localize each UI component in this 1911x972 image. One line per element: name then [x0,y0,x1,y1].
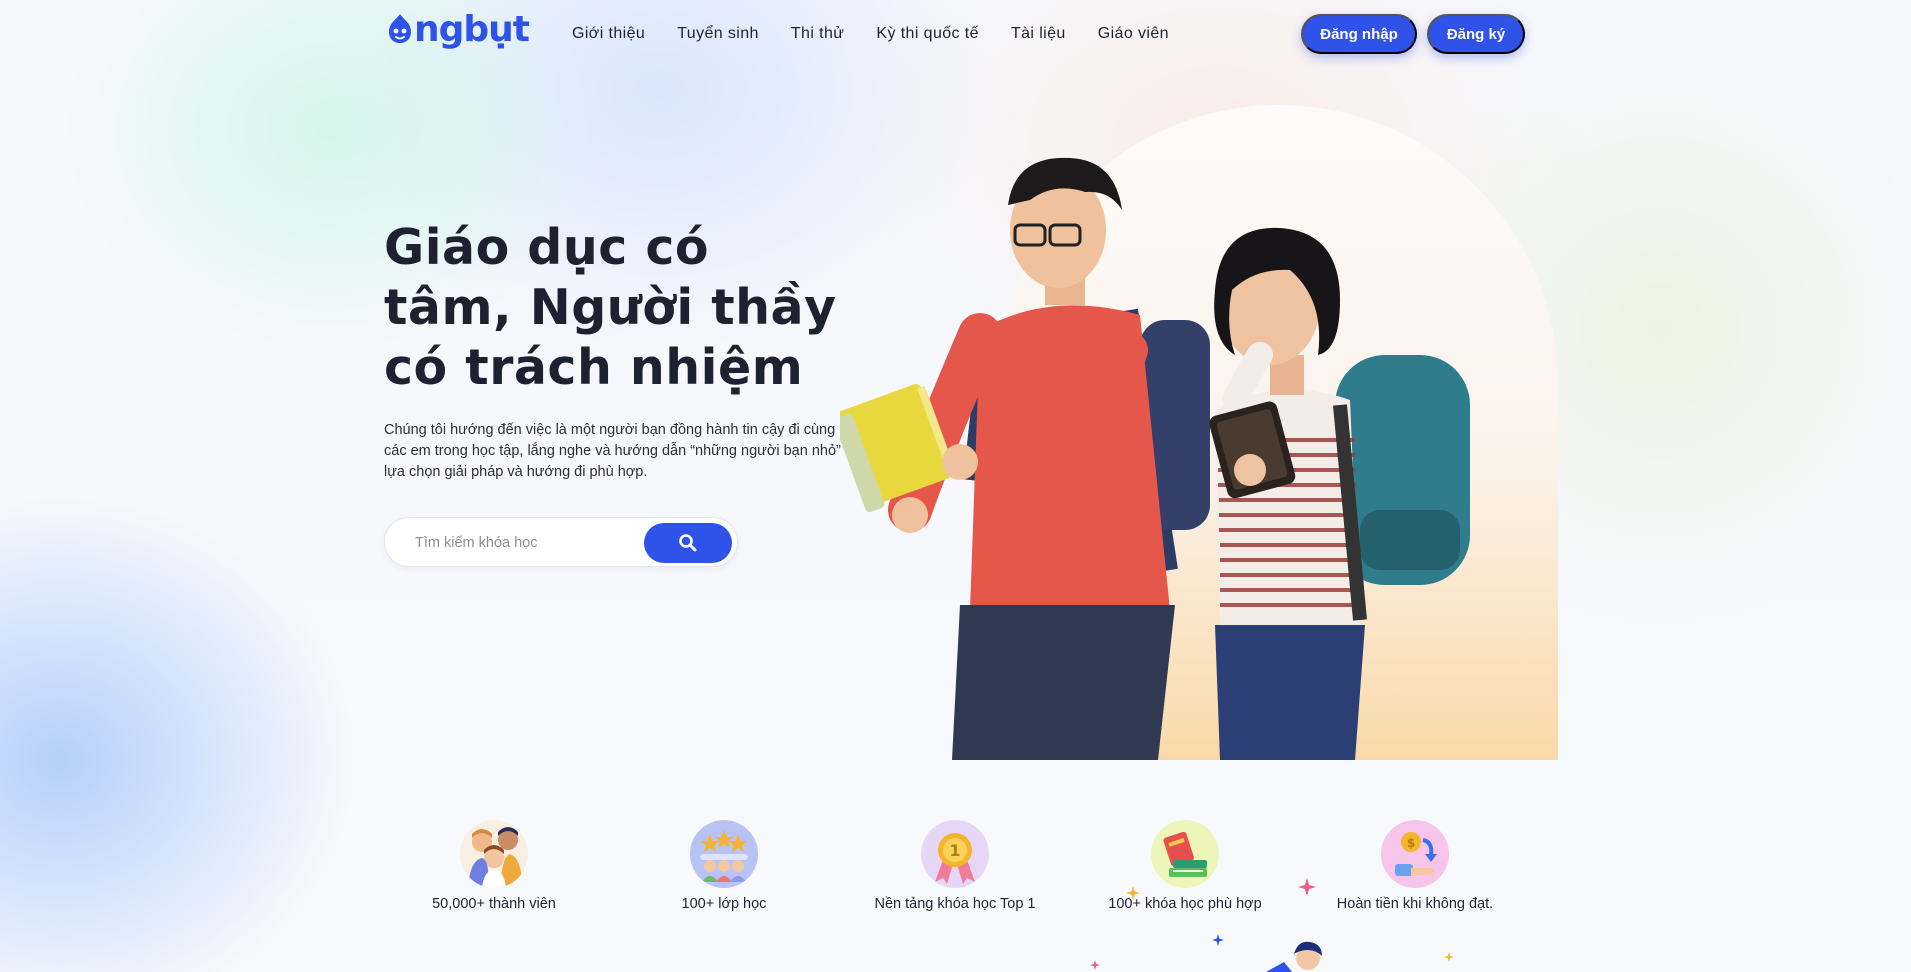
sparkle-icon [1090,960,1100,970]
sparkle-icon [1444,952,1454,962]
site-header: ngbụt Giới thiệu Tuyển sinh Thi thử Kỳ t… [0,0,1911,68]
character-illustration [1266,941,1322,972]
stat-courses: 100+ khóa học phù hợp [1075,820,1295,912]
stat-top-platform: 1 Nền tảng khóa học Top 1 [845,820,1065,912]
classes-icon [690,820,758,888]
stat-classes: 100+ lớp học [614,820,834,912]
stat-top-platform-label: Nền tảng khóa học Top 1 [874,896,1036,912]
sparkle-icon [1298,878,1316,896]
nav-thi-thu[interactable]: Thi thử [791,22,845,46]
nav-tuyen-sinh[interactable]: Tuyển sinh [677,22,759,46]
logo[interactable]: ngbụt [384,9,530,50]
books-icon [1151,820,1219,888]
nav-giao-vien[interactable]: Giáo viên [1098,22,1169,46]
members-icon [460,820,528,888]
course-search-input[interactable] [415,530,635,556]
hero-title: Giáo dục có tâm, Người thầy có trách nhi… [384,219,837,396]
nav-tai-lieu[interactable]: Tài liệu [1011,22,1066,46]
course-search-box [384,517,738,567]
stat-refund-label: Hoàn tiền khi không đạt. [1336,896,1494,912]
svg-text:1: 1 [949,841,960,860]
stat-members: 50,000+ thành viên [384,820,604,912]
hero-students-image [840,157,1470,760]
register-button[interactable]: Đăng ký [1427,14,1525,54]
search-button[interactable] [644,523,732,563]
logo-icon [389,14,411,43]
stat-classes-label: 100+ lớp học [681,896,767,912]
search-icon [679,534,697,552]
hero-description: Chúng tôi hướng đến việc là một người bạ… [384,422,841,480]
stat-members-label: 50,000+ thành viên [432,896,556,912]
student-boy-illustration [840,157,1210,760]
stats-section: 50,000+ thành viên 100+ lớp học 1 Nền tả… [0,820,1911,920]
login-button[interactable]: Đăng nhập [1301,14,1417,54]
student-girl-illustration [1209,227,1470,760]
refund-icon: $ [1381,820,1449,888]
medal-icon: 1 [921,820,989,888]
sparkle-icon [1126,886,1140,900]
logo-text: ngbụt [414,9,530,50]
stat-courses-label: 100+ khóa học phù hợp [1108,896,1262,912]
sparkle-icon [1212,934,1224,946]
stat-refund: $ Hoàn tiền khi không đạt. [1305,820,1525,912]
main-nav: Giới thiệu Tuyển sinh Thi thử Kỳ thi quố… [572,22,1201,46]
svg-text:$: $ [1407,836,1415,850]
nav-ky-thi-quoc-te[interactable]: Kỳ thi quốc tế [876,22,979,46]
nav-gioi-thieu[interactable]: Giới thiệu [572,22,645,46]
